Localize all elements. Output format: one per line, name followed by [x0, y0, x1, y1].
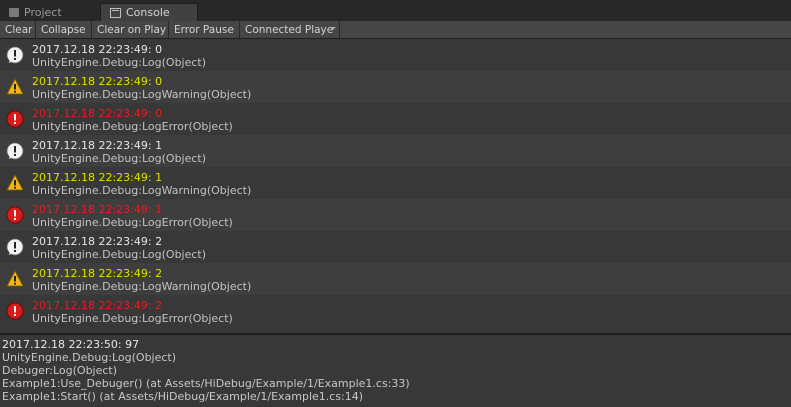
log-entry[interactable]: 2017.12.18 22:23:49: 1 UnityEngine.Debug:… — [0, 135, 791, 167]
dropdown-arrow-icon — [330, 27, 336, 30]
log-entry[interactable]: 2017.12.18 22:23:49: 2 UnityEngine.Debug:… — [0, 295, 791, 327]
log-entry[interactable]: 2017.12.18 22:23:49: 2 UnityEngine.Debug:… — [0, 231, 791, 263]
connected-player-label: Connected Playe — [245, 23, 334, 36]
log-message: 2017.12.18 22:23:49: 1 — [32, 171, 163, 184]
log-list[interactable]: 2017.12.18 22:23:49: 0 UnityEngine.Debug:… — [0, 39, 791, 332]
log-source: UnityEngine.Debug:LogWarning(Object) — [32, 280, 252, 293]
tab-project[interactable]: Project — [0, 3, 98, 21]
log-entry[interactable]: 2017.12.18 22:23:49: 1 UnityEngine.Debug:… — [0, 167, 791, 199]
tab-project-label: Project — [24, 5, 62, 19]
clear-button[interactable]: Clear — [0, 21, 36, 38]
tab-console-label: Console — [126, 6, 170, 19]
info-icon — [6, 46, 24, 64]
info-icon — [6, 238, 24, 256]
log-message: 2017.12.18 22:23:49: 2 — [32, 299, 163, 312]
tab-console[interactable]: Console — [100, 3, 198, 21]
log-source: UnityEngine.Debug:LogWarning(Object) — [32, 184, 252, 197]
log-source: UnityEngine.Debug:Log(Object) — [32, 248, 207, 261]
stack-trace-line[interactable]: Example1:Use_Debuger() (at Assets/HiDebu… — [2, 377, 791, 390]
log-entry[interactable]: 2017.12.18 22:23:49: 1 UnityEngine.Debug:… — [0, 199, 791, 231]
log-entry[interactable]: 2017.12.18 22:23:49: 0 UnityEngine.Debug:… — [0, 103, 791, 135]
log-source: UnityEngine.Debug:LogError(Object) — [32, 120, 233, 133]
log-source: UnityEngine.Debug:LogError(Object) — [32, 216, 233, 229]
warning-icon — [6, 174, 24, 192]
stack-trace-line[interactable]: UnityEngine.Debug:Log(Object) — [2, 351, 791, 364]
error-pause-toggle[interactable]: Error Pause — [169, 21, 240, 38]
log-entry[interactable]: 2017.12.18 22:23:49: 0 UnityEngine.Debug:… — [0, 71, 791, 103]
log-detail-panel: 2017.12.18 22:23:50: 97 UnityEngine.Debug… — [0, 335, 791, 407]
log-source: UnityEngine.Debug:LogError(Object) — [32, 312, 233, 325]
log-message: 2017.12.18 22:23:49: 0 — [32, 107, 163, 120]
stack-trace-line[interactable]: Debuger:Log(Object) — [2, 364, 791, 377]
log-message: 2017.12.18 22:23:49: 0 — [32, 75, 163, 88]
error-icon — [6, 110, 24, 128]
log-source: UnityEngine.Debug:LogWarning(Object) — [32, 88, 252, 101]
log-entry[interactable]: 2017.12.18 22:23:49: 2 UnityEngine.Debug:… — [0, 263, 791, 295]
warning-icon — [6, 270, 24, 288]
log-message: 2017.12.18 22:23:49: 2 — [32, 267, 163, 280]
connected-player-dropdown[interactable]: Connected Playe — [240, 21, 340, 38]
console-icon — [110, 7, 121, 18]
log-message: 2017.12.18 22:23:49: 1 — [32, 139, 163, 152]
log-source: UnityEngine.Debug:Log(Object) — [32, 152, 207, 165]
error-icon — [6, 206, 24, 224]
stack-trace-line[interactable]: Example1:Start() (at Assets/HiDebug/Exam… — [2, 390, 791, 403]
tab-bar: Project Console — [0, 0, 791, 22]
detail-message: 2017.12.18 22:23:50: 97 — [2, 338, 140, 351]
log-source: UnityEngine.Debug:Log(Object) — [32, 56, 207, 69]
error-icon — [6, 302, 24, 320]
warning-icon — [6, 78, 24, 96]
clear-on-play-toggle[interactable]: Clear on Play — [92, 21, 169, 38]
log-message: 2017.12.18 22:23:49: 1 — [32, 203, 163, 216]
info-icon — [6, 142, 24, 160]
folder-icon — [9, 7, 19, 17]
console-toolbar: Clear Collapse Clear on Play Error Pause… — [0, 21, 791, 39]
log-message: 2017.12.18 22:23:49: 2 — [32, 235, 163, 248]
collapse-toggle[interactable]: Collapse — [36, 21, 92, 38]
log-message: 2017.12.18 22:23:49: 0 — [32, 43, 163, 56]
log-entry[interactable]: 2017.12.18 22:23:49: 0 UnityEngine.Debug:… — [0, 39, 791, 71]
